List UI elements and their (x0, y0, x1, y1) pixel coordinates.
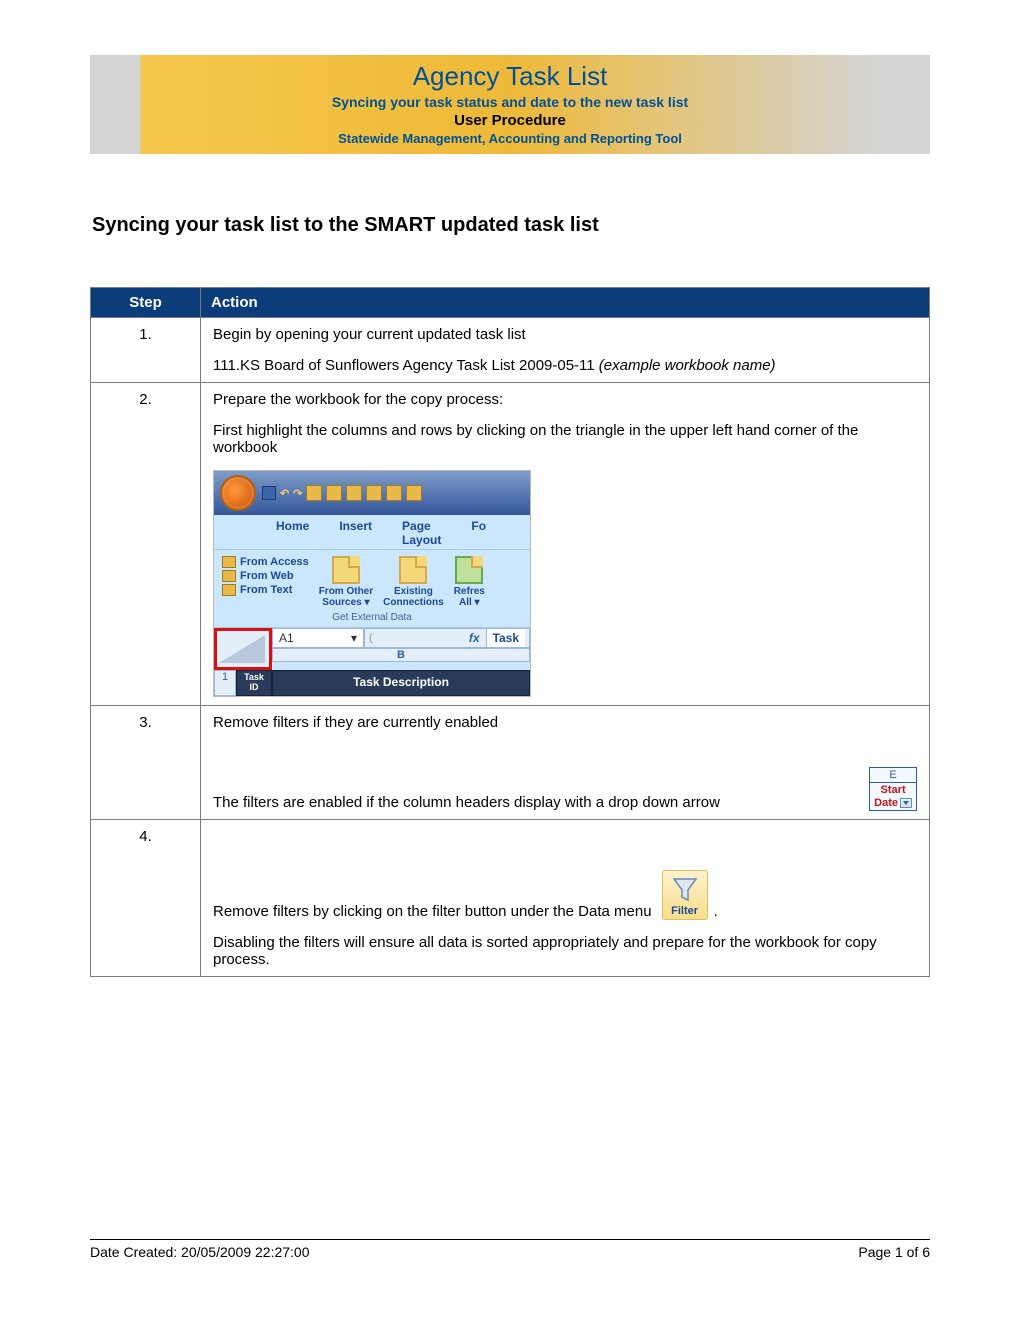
from-web-label: From Web (240, 570, 294, 582)
qat-icon (406, 485, 422, 501)
dropdown-arrow-icon (900, 798, 912, 808)
tab-insert: Insert (339, 519, 372, 547)
step3-line2: The filters are enabled if the column he… (213, 794, 861, 811)
quick-access-toolbar: ↶ ↷ (214, 471, 530, 515)
row-number: 1 (214, 670, 236, 696)
doc-subtitle-3: Statewide Management, Accounting and Rep… (90, 131, 930, 146)
refresh-icon (455, 556, 483, 584)
action-cell: Remove filters if they are currently ena… (201, 705, 930, 819)
funnel-icon (671, 875, 699, 903)
date-label: Date (874, 797, 898, 809)
table-row: 1. Begin by opening your current updated… (91, 318, 930, 383)
action-cell: Remove filters by clicking on the filter… (201, 820, 930, 977)
ribbon-tabs: Home Insert Page Layout Fo (214, 515, 530, 549)
undo-icon: ↶ (280, 487, 289, 500)
from-web-icon (222, 570, 236, 582)
save-icon (262, 486, 276, 500)
tab-page-layout: Page Layout (402, 519, 441, 547)
fx-icon: fx (469, 631, 480, 645)
column-b-header: B (272, 648, 530, 662)
select-all-triangle (214, 628, 272, 670)
step4-line1: Remove filters by clicking on the filter… (213, 903, 652, 920)
from-access-icon (222, 556, 236, 568)
doc-subtitle-1: Syncing your task status and date to the… (90, 94, 930, 110)
from-text-label: From Text (240, 584, 292, 596)
step2-line1: Prepare the workbook for the copy proces… (213, 391, 917, 408)
table-row: 3. Remove filters if they are currently … (91, 705, 930, 819)
name-box: A1▾ (272, 628, 364, 648)
table-row: 4. Remove filters by clicking on the fil… (91, 820, 930, 977)
qat-icon (306, 485, 322, 501)
step-number: 2. (91, 383, 201, 706)
tab-fo: Fo (471, 519, 486, 547)
office-button-icon (220, 475, 256, 511)
steps-table: Step Action 1. Begin by opening your cur… (90, 287, 930, 977)
col-header-action: Action (201, 288, 930, 318)
step-number: 3. (91, 705, 201, 819)
tab-home: Home (276, 519, 309, 547)
section-heading: Syncing your task list to the SMART upda… (92, 214, 930, 237)
from-other-icon (332, 556, 360, 584)
col-header-step: Step (91, 288, 201, 318)
ribbon-group-label: Get External Data (214, 610, 530, 628)
excel-screenshot: ↶ ↷ Home Insert Page Layo (213, 470, 531, 697)
formula-value: Task (486, 629, 525, 647)
qat-icon (386, 485, 402, 501)
period: . (714, 903, 718, 920)
formula-bar: ( fx Task (364, 628, 530, 648)
from-access-label: From Access (240, 556, 309, 568)
step3-line1: Remove filters if they are currently ena… (213, 714, 917, 731)
filter-button: Filter (662, 870, 708, 920)
page-footer: Date Created: 20/05/2009 22:27:00 Page 1… (90, 1239, 930, 1260)
task-id-header: TaskID (236, 670, 272, 696)
redo-icon: ↷ (293, 487, 302, 500)
header-banner: Agency Task List Syncing your task statu… (90, 55, 930, 154)
doc-title: Agency Task List (90, 61, 930, 92)
qat-icon (346, 485, 362, 501)
existing-icon (399, 556, 427, 584)
step1-line2: 111.KS Board of Sunflowers Agency Task L… (213, 357, 917, 374)
refresh-all-button: RefresAll ▾ (454, 556, 485, 608)
column-header-pill: E Start Date (869, 767, 917, 811)
step1-line1: Begin by opening your current updated ta… (213, 326, 917, 343)
step4-line2: Disabling the filters will ensure all da… (213, 934, 917, 968)
ribbon-group: From Access From Web From Text From Othe… (214, 549, 530, 610)
footer-date: Date Created: 20/05/2009 22:27:00 (90, 1244, 310, 1260)
action-cell: Prepare the workbook for the copy proces… (201, 383, 930, 706)
from-other-sources-button: From OtherSources ▾ (319, 556, 373, 608)
qat-icon (326, 485, 342, 501)
table-row: 2. Prepare the workbook for the copy pro… (91, 383, 930, 706)
column-e-label: E (870, 768, 916, 783)
step-number: 1. (91, 318, 201, 383)
existing-connections-button: ExistingConnections (383, 556, 444, 608)
task-description-header: Task Description (272, 670, 530, 696)
from-text-icon (222, 584, 236, 596)
qat-icon (366, 485, 382, 501)
step2-line2: First highlight the columns and rows by … (213, 422, 917, 456)
doc-subtitle-2: User Procedure (90, 112, 930, 129)
filter-label: Filter (671, 905, 699, 917)
step-number: 4. (91, 820, 201, 977)
footer-page: Page 1 of 6 (858, 1244, 930, 1260)
action-cell: Begin by opening your current updated ta… (201, 318, 930, 383)
start-label: Start (870, 783, 916, 797)
